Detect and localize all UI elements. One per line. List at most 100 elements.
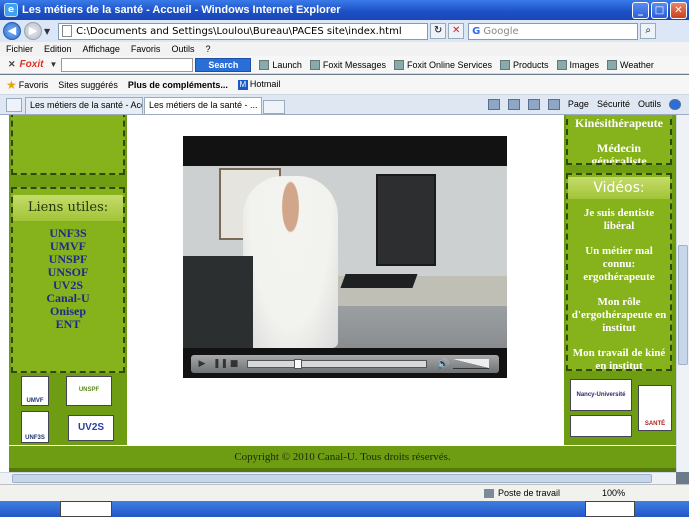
images-icon	[556, 59, 567, 70]
favorites-button[interactable]: Favoris	[19, 80, 49, 90]
launch-icon	[259, 59, 270, 70]
favorites-star-icon[interactable]: ★	[6, 78, 17, 92]
keyboard	[340, 274, 418, 288]
favorites-bar: ★ Favoris Sites suggérés Plus de complém…	[0, 75, 689, 95]
foxit-online-services[interactable]: Foxit Online Services	[393, 59, 492, 70]
umvf-logo[interactable]: UMVF	[21, 376, 49, 406]
taskbar-thumbnail-right[interactable]	[585, 501, 635, 517]
address-url[interactable]: C:\Documents and Settings\Loulou\Bureau\…	[76, 26, 427, 37]
fav-suggested-sites[interactable]: Sites suggérés	[58, 80, 118, 90]
quick-tabs-icon[interactable]	[6, 98, 22, 112]
back-button[interactable]: ◀	[3, 22, 21, 40]
video-link-ergotherapeute[interactable]: Un métier mal connu: ergothérapeute	[568, 245, 670, 284]
unf3s-logo[interactable]: UNF3S	[21, 411, 49, 443]
left-logos: UMVF UNSPF UNF3S UV2S	[11, 373, 125, 445]
fav-more-addons[interactable]: Plus de compléments...	[128, 80, 228, 90]
foxit-logo[interactable]: Foxit	[20, 59, 44, 70]
left-top-panel	[11, 115, 125, 175]
foxit-search-button[interactable]: Search	[195, 57, 252, 72]
right-logos: Nancy-Université SANTÉ	[566, 377, 674, 447]
home-icon[interactable]	[487, 98, 500, 110]
cmd-page[interactable]: Page	[568, 99, 589, 109]
help-icon[interactable]	[669, 98, 681, 110]
tab-1[interactable]: Les métiers de la santé - Acc...	[25, 97, 143, 114]
tab-close-icon[interactable]: ✕	[261, 100, 262, 110]
tab-2[interactable]: Les métiers de la santé - ...✕	[144, 97, 262, 114]
seek-bar[interactable]	[247, 359, 427, 369]
menu-affichage[interactable]: Affichage	[83, 44, 120, 54]
foxit-images[interactable]: Images	[556, 59, 599, 70]
zoom-level[interactable]: 100%	[602, 488, 625, 498]
cmd-tools[interactable]: Outils	[638, 99, 661, 109]
vertical-scroll-thumb[interactable]	[678, 245, 688, 365]
search-input[interactable]: G Google	[468, 22, 639, 40]
menu-favoris[interactable]: Favoris	[131, 44, 161, 54]
pause-icon[interactable]: ❚❚	[213, 359, 228, 369]
link-kinesitherapeute[interactable]: Kinésithérapeute	[568, 117, 670, 130]
forward-button[interactable]: ▶	[24, 22, 42, 40]
left-column: Liens utiles: UNF3S UMVF UNSPF UNSOF UV2…	[9, 115, 127, 445]
video-link-dentiste[interactable]: Je suis dentiste libéral	[568, 207, 670, 233]
menu-help[interactable]: ?	[205, 44, 210, 54]
horizontal-scroll-thumb[interactable]	[12, 474, 652, 483]
stop-icon[interactable]: ■	[229, 359, 239, 369]
taskbar-thumbnail[interactable]	[60, 501, 112, 517]
address-input[interactable]: C:\Documents and Settings\Loulou\Bureau\…	[58, 22, 429, 40]
page-icon	[62, 25, 73, 37]
unspf-logo[interactable]: UNSPF	[66, 376, 112, 406]
security-zone[interactable]: Poste de travail	[484, 488, 560, 498]
stop-icon[interactable]: ✕	[448, 23, 465, 39]
services-icon	[393, 59, 404, 70]
menu-fichier[interactable]: Fichier	[6, 44, 33, 54]
new-tab-button[interactable]	[263, 100, 285, 114]
menu-bar: Fichier Edition Affichage Favoris Outils…	[0, 42, 689, 56]
print-icon[interactable]	[547, 98, 560, 110]
taskbar	[0, 501, 689, 517]
menu-edition[interactable]: Edition	[44, 44, 72, 54]
foxit-messages[interactable]: Foxit Messages	[309, 59, 386, 70]
videos-panel: Vidéos: Je suis dentiste libéral Un méti…	[566, 173, 672, 371]
chevron-down-icon[interactable]: ▼	[49, 60, 57, 69]
right-top-panel: Kinésithérapeute Médecin généraliste	[566, 115, 672, 165]
player-controls: ▶ ❚❚ ■ 🔊	[191, 355, 499, 373]
tab-bar: Les métiers de la santé - Acc... Les mét…	[0, 95, 689, 115]
vertical-scrollbar[interactable]	[676, 115, 689, 472]
link-medecin-generaliste[interactable]: Médecin généraliste	[568, 142, 670, 164]
close-toolbar-icon[interactable]: ✕	[8, 59, 16, 70]
link-ent[interactable]: ENT	[13, 318, 123, 331]
partner-logo[interactable]	[570, 415, 632, 437]
foxit-search-input[interactable]	[61, 57, 194, 72]
search-placeholder: Google	[483, 25, 519, 37]
hotmail-icon: M	[237, 80, 248, 90]
history-dropdown-icon[interactable]: ▼	[44, 27, 50, 36]
fav-hotmail[interactable]: M Hotmail	[237, 79, 280, 90]
cmd-security[interactable]: Sécurité	[597, 99, 630, 109]
address-toolbar: ◀ ▶ ▼ C:\Documents and Settings\Loulou\B…	[0, 20, 689, 42]
maximize-button[interactable]: □	[651, 1, 668, 19]
foxit-weather[interactable]: Weather	[607, 59, 654, 70]
play-icon[interactable]: ▶	[197, 359, 207, 369]
close-button[interactable]: ✕	[670, 1, 687, 19]
foxit-products[interactable]: Products	[499, 59, 549, 70]
google-icon: G	[472, 25, 481, 37]
seek-handle[interactable]	[294, 359, 302, 369]
uv2s-logo[interactable]: UV2S	[68, 415, 114, 441]
horizontal-scrollbar[interactable]	[0, 472, 676, 484]
feeds-icon[interactable]	[507, 98, 520, 110]
nancy-universite-logo[interactable]: Nancy-Université	[570, 379, 632, 411]
foxit-launch[interactable]: Launch	[259, 59, 302, 70]
mail-icon[interactable]	[527, 98, 540, 110]
volume-icon[interactable]: 🔊	[437, 359, 449, 370]
video-player[interactable]: ▶ ❚❚ ■ 🔊	[183, 136, 507, 378]
search-go-icon[interactable]: ⌕	[640, 23, 657, 39]
menu-outils[interactable]: Outils	[171, 44, 194, 54]
useful-links-panel: Liens utiles: UNF3S UMVF UNSPF UNSOF UV2…	[11, 187, 125, 373]
videos-list: Je suis dentiste libéral Un métier mal c…	[568, 207, 670, 369]
sante-logo[interactable]: SANTÉ	[638, 385, 672, 431]
minimize-button[interactable]: _	[632, 1, 649, 19]
video-link-role-ergotherapeute[interactable]: Mon rôle d'ergothérapeute en institut	[568, 296, 670, 335]
refresh-icon[interactable]: ↻	[430, 23, 447, 39]
video-link-kine[interactable]: Mon travail de kiné en institut	[568, 347, 670, 369]
volume-slider[interactable]	[453, 359, 490, 369]
ie-icon: e	[4, 3, 18, 17]
